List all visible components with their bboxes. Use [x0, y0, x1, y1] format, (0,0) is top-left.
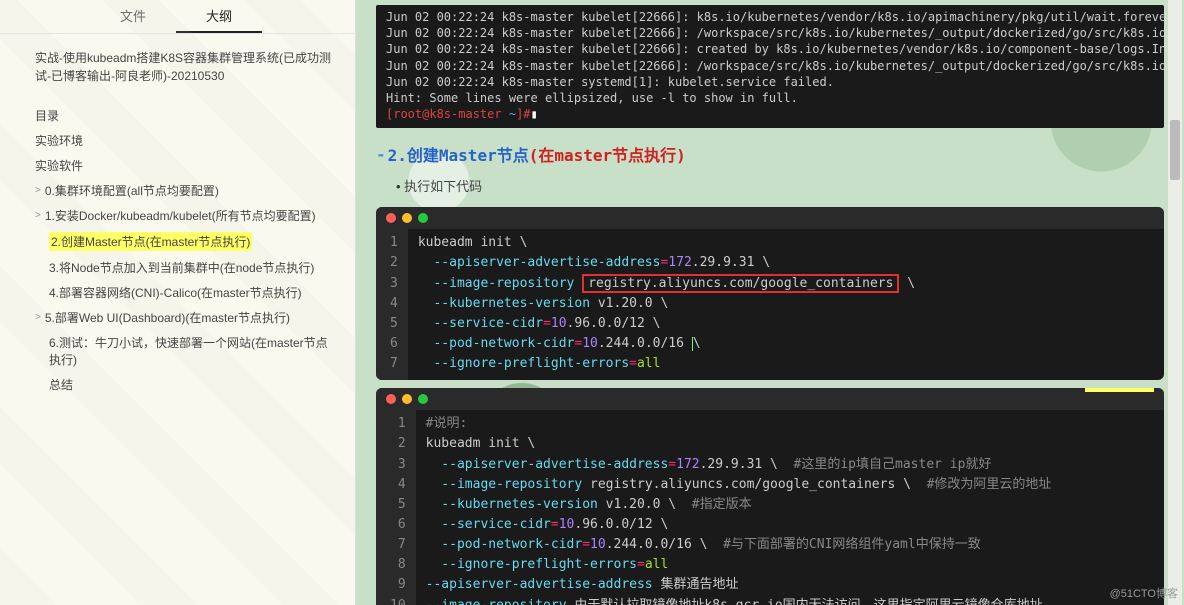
outline-item[interactable]: 总结: [35, 372, 335, 397]
sidebar: 文件 大纲 实战-使用kubeadm搭建K8S容器集群管理系统(已成功测试-已博…: [0, 0, 356, 605]
heading-dash: -: [376, 145, 386, 164]
outline-item[interactable]: 6.测试：牛刀小试，快速部署一个网站(在master节点执行): [35, 330, 335, 372]
dot-red-icon: [386, 213, 396, 223]
heading-red: (在master节点执行): [529, 142, 686, 166]
tab-outline[interactable]: 大纲: [176, 0, 262, 33]
outline-item-label: 实验环境: [35, 132, 83, 149]
doc-title: 实战-使用kubeadm搭建K8S容器集群管理系统(已成功测试-已博客输出-阿良…: [35, 49, 335, 85]
dot-green-icon: [418, 394, 428, 404]
chevron-right-icon: >: [35, 185, 41, 196]
outline-panel: 实战-使用kubeadm搭建K8S容器集群管理系统(已成功测试-已博客输出-阿良…: [0, 34, 355, 397]
outline-item-label: 6.测试：牛刀小试，快速部署一个网站(在master节点执行): [49, 334, 335, 368]
outline-item-label: 总结: [49, 376, 73, 393]
outline-item[interactable]: >0.集群环境配置(all节点均要配置): [35, 178, 335, 203]
outline-item-label: 4.部署容器网络(CNI)-Calico(在master节点执行): [49, 284, 302, 301]
heading-blue: 2.创建Master节点: [388, 142, 529, 166]
dot-red-icon: [386, 394, 396, 404]
main-content: Jun 02 00:22:24 k8s-master kubelet[22666…: [356, 0, 1184, 605]
code-block-2: bash 123456789101112#说明:kubeadm init \ -…: [376, 388, 1164, 605]
scrollbar[interactable]: [1168, 0, 1182, 605]
outline-item[interactable]: 目录: [35, 103, 335, 128]
tabs: 文件 大纲: [0, 0, 355, 34]
outline-item-label: 5.部署Web UI(Dashboard)(在master节点执行): [45, 309, 290, 326]
outline-item[interactable]: 4.部署容器网络(CNI)-Calico(在master节点执行): [35, 280, 335, 305]
tab-file[interactable]: 文件: [90, 0, 176, 33]
outline-item-label: 实验软件: [35, 157, 83, 174]
watermark: @51CTO博客: [1110, 585, 1178, 601]
outline-item[interactable]: 3.将Node节点加入到当前集群中(在node节点执行): [35, 255, 335, 280]
outline-item[interactable]: 实验软件: [35, 153, 335, 178]
chevron-right-icon: >: [35, 312, 41, 323]
outline-item-label: 1.安装Docker/kubeadm/kubelet(所有节点均要配置): [45, 207, 316, 224]
outline-item-label: 3.将Node节点加入到当前集群中(在node节点执行): [49, 259, 314, 276]
dot-green-icon: [418, 213, 428, 223]
outline-item[interactable]: >5.部署Web UI(Dashboard)(在master节点执行): [35, 305, 335, 330]
bullet-text: 执行如下代码: [396, 176, 1164, 195]
outline-item-label: 目录: [35, 107, 59, 124]
language-tag: bash: [1085, 388, 1154, 392]
terminal-output: Jun 02 00:22:24 k8s-master kubelet[22666…: [376, 5, 1164, 128]
scrollbar-thumb[interactable]: [1170, 120, 1180, 180]
code-block-1: 1234567kubeadm init \ --apiserver-advert…: [376, 207, 1164, 380]
dot-yellow-icon: [402, 213, 412, 223]
outline-item-label: 2.创建Master节点(在master节点执行): [49, 232, 252, 251]
outline-item-label: 0.集群环境配置(all节点均要配置): [45, 182, 219, 199]
section-heading: - 2.创建Master节点 (在master节点执行): [376, 142, 1164, 166]
dot-yellow-icon: [402, 394, 412, 404]
outline-item[interactable]: 2.创建Master节点(在master节点执行): [35, 228, 335, 255]
outline-item[interactable]: 实验环境: [35, 128, 335, 153]
outline-item[interactable]: >1.安装Docker/kubeadm/kubelet(所有节点均要配置): [35, 203, 335, 228]
chevron-right-icon: >: [35, 210, 41, 221]
